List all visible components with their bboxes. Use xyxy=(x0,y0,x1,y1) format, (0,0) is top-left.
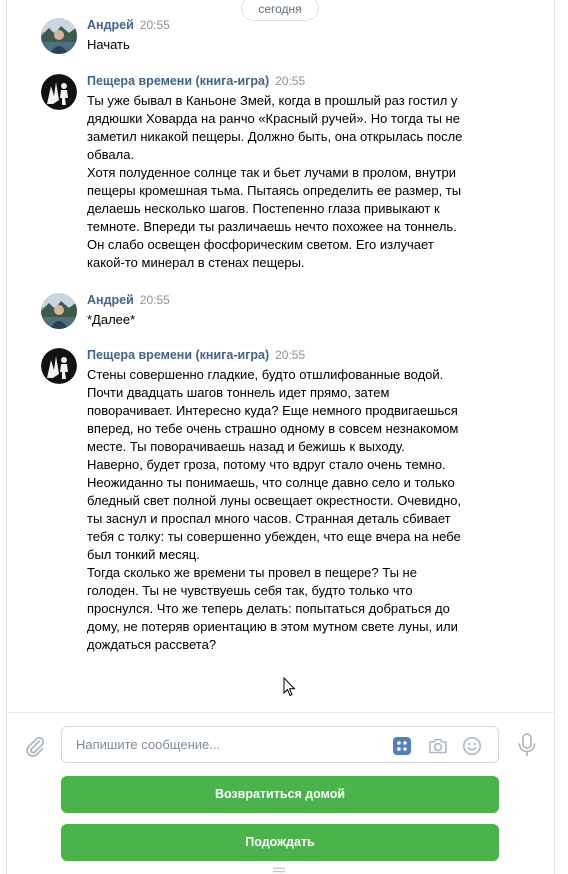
message-header: Пещера времени (книга-игра) 20:55 xyxy=(87,348,305,362)
message-item: Андрей 20:55 *Далее* xyxy=(41,293,481,333)
message-line: Почти двадцать шагов тоннель идет прямо,… xyxy=(87,385,390,400)
message-line: ты заснул и проспал много часов. Странна… xyxy=(87,511,451,526)
message-item: Андрей 20:55 Начать xyxy=(41,18,481,58)
message-line: был тонкий месяц. xyxy=(87,547,200,562)
message-time: 20:55 xyxy=(275,348,306,362)
message-line: вперед, но тебе очень страшно одному в с… xyxy=(87,421,459,436)
message-line: голоден. Ты не чувствуешь себя так, будт… xyxy=(87,583,413,598)
keyboard-button-wait[interactable]: Подождать xyxy=(61,824,499,861)
keyboard-button-go-home[interactable]: Возвратиться домой xyxy=(61,776,499,813)
message-text: Начать xyxy=(87,36,487,54)
message-line: проснулся. Что же теперь делать: попытат… xyxy=(87,601,450,616)
author-name[interactable]: Андрей xyxy=(87,293,134,307)
message-line: Неожиданно ты понимаешь, что солнце давн… xyxy=(87,475,455,490)
author-name[interactable]: Пещера времени (книга-игра) xyxy=(87,74,269,88)
message-line: Тогда сколько же времени ты провел в пещ… xyxy=(87,565,417,580)
message-input[interactable]: Напишите сообщение... xyxy=(61,726,499,763)
message-line: заметил никакой пещеры. Должно быть, она… xyxy=(87,129,463,144)
message-line: Стены совершенно гладкие, будто отшлифов… xyxy=(87,367,444,382)
composer-divider xyxy=(6,712,555,713)
smile-icon[interactable] xyxy=(462,736,482,756)
bot-avatar[interactable] xyxy=(41,348,77,384)
message-line: тебя с толку: ты совершенно убежден, что… xyxy=(87,529,461,544)
message-item: Пещера времени (книга-игра) 20:55 Ты уже … xyxy=(41,74,481,274)
message-text: Стены совершенно гладкие, будто отшлифов… xyxy=(87,366,487,654)
message-line: какой-то минерал в стенах пещеры. xyxy=(87,255,305,270)
message-line: Ты уже бывал в Каньоне Змей, когда в про… xyxy=(87,93,458,108)
keyboard-grid-icon[interactable] xyxy=(392,736,412,756)
paperclip-icon[interactable] xyxy=(24,735,46,757)
message-header: Андрей 20:55 xyxy=(87,293,170,307)
message-header: Пещера времени (книга-игра) 20:55 xyxy=(87,74,305,88)
message-line: Он слабо освещен фосфорическим светом. Е… xyxy=(87,237,434,252)
message-line: бледный свет полной луны освещает окрест… xyxy=(87,493,462,508)
message-line: Начать xyxy=(87,37,130,52)
author-name[interactable]: Пещера времени (книга-игра) xyxy=(87,348,269,362)
user-avatar[interactable] xyxy=(41,18,77,54)
message-line: темноте. Впереди ты различаешь нечто пох… xyxy=(87,219,457,234)
message-line: дому, не потеряв ориентацию в этом мутно… xyxy=(87,619,458,634)
author-name[interactable]: Андрей xyxy=(87,18,134,32)
microphone-icon[interactable] xyxy=(517,733,537,757)
message-line: делаешь несколько шагов. Постепенно глаз… xyxy=(87,201,440,216)
message-line: Наверно, будет гроза, потому что вдруг с… xyxy=(87,457,446,472)
resize-grip-icon[interactable] xyxy=(272,867,286,873)
message-line: *Далее* xyxy=(87,312,136,327)
message-time: 20:55 xyxy=(139,293,170,307)
message-time: 20:55 xyxy=(139,18,170,32)
message-time: 20:55 xyxy=(275,74,306,88)
message-input-placeholder: Напишите сообщение... xyxy=(76,737,221,752)
message-line: пещеры кромешная тьма. Пытаясь определит… xyxy=(87,183,462,198)
message-line: дождаться рассвета? xyxy=(87,637,217,652)
message-line: поворачивает. Интересно куда? Еще немног… xyxy=(87,403,458,418)
bot-avatar[interactable] xyxy=(41,74,77,110)
message-item: Пещера времени (книга-игра) 20:55 Стены с… xyxy=(41,348,481,658)
message-text: Ты уже бывал в Каньоне Змей, когда в про… xyxy=(87,92,487,272)
message-line: месте. Ты поворачиваешь назад и бежишь к… xyxy=(87,439,405,454)
message-line: Хотя полуденное солнце так и бьет лучами… xyxy=(87,165,457,180)
camera-icon[interactable] xyxy=(428,736,448,756)
message-line: обвала. xyxy=(87,147,135,162)
user-avatar[interactable] xyxy=(41,293,77,329)
message-header: Андрей 20:55 xyxy=(87,18,170,32)
message-text: *Далее* xyxy=(87,311,487,329)
message-line: дядюшки Ховарда на ранчо «Красный ручей»… xyxy=(87,111,460,126)
mouse-cursor-icon xyxy=(283,677,296,697)
